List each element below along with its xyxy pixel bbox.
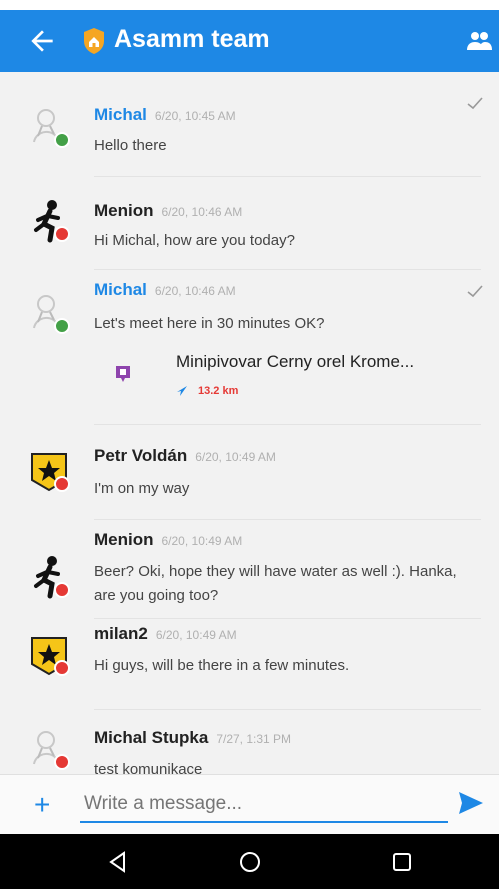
direction-arrow-icon bbox=[177, 386, 187, 396]
avatar[interactable] bbox=[24, 102, 74, 152]
message-text: test komunikace bbox=[94, 761, 203, 774]
top-clipped-caption bbox=[0, 0, 499, 10]
back-arrow-icon[interactable] bbox=[26, 25, 58, 57]
message-time: 7/27, 1:31 PM bbox=[216, 732, 292, 746]
shared-place-card[interactable]: Minipivovar Cerny orel Krome... 13.2 km bbox=[94, 352, 474, 422]
avatar[interactable] bbox=[24, 630, 74, 680]
composer-bar: + bbox=[0, 774, 499, 835]
read-check-icon bbox=[467, 97, 483, 110]
message-text: Hi guys, will be there in a few minutes. bbox=[94, 657, 350, 674]
message-input[interactable] bbox=[80, 787, 448, 823]
avatar[interactable] bbox=[24, 446, 74, 496]
offline-status-dot bbox=[54, 660, 70, 676]
message-text: Hello there bbox=[94, 137, 167, 154]
offline-status-dot bbox=[54, 582, 70, 598]
online-status-dot bbox=[54, 318, 70, 334]
nav-home-icon[interactable] bbox=[238, 850, 262, 874]
plus-icon[interactable]: + bbox=[34, 789, 50, 821]
system-nav-bar bbox=[0, 834, 499, 889]
avatar[interactable] bbox=[24, 552, 74, 602]
chat-title: Asamm team bbox=[114, 25, 270, 53]
divider bbox=[94, 709, 481, 710]
message-time: 6/20, 10:46 AM bbox=[154, 284, 236, 298]
offline-status-dot bbox=[54, 476, 70, 492]
message-author: Menion 6/20, 10:49 AM bbox=[94, 530, 243, 549]
message-text: Beer? Oki, hope they will have water as … bbox=[94, 563, 457, 604]
send-icon[interactable] bbox=[458, 791, 484, 815]
app-bar: Asamm team bbox=[0, 10, 499, 72]
message-author: Michal 6/20, 10:46 AM bbox=[94, 280, 236, 299]
nav-recents-icon[interactable] bbox=[390, 850, 414, 874]
message-time: 6/20, 10:49 AM bbox=[155, 628, 237, 642]
message-author: Michal 6/20, 10:45 AM bbox=[94, 105, 236, 124]
offline-status-dot bbox=[54, 754, 70, 770]
message-text: Let's meet here in 30 minutes OK? bbox=[94, 315, 325, 332]
place-pin-icon bbox=[116, 366, 130, 382]
divider bbox=[94, 176, 481, 177]
read-check-icon bbox=[467, 285, 483, 298]
message-text: Hi Michal, how are you today? bbox=[94, 232, 295, 249]
divider bbox=[94, 424, 481, 425]
message-list[interactable]: Michal 6/20, 10:45 AM Hello there Menion 6… bbox=[0, 72, 499, 774]
group-logo-icon bbox=[84, 28, 104, 54]
message-text: I'm on my way bbox=[94, 480, 190, 497]
online-status-dot bbox=[54, 132, 70, 148]
people-icon[interactable] bbox=[465, 30, 493, 52]
message-author: milan2 6/20, 10:49 AM bbox=[94, 624, 237, 643]
avatar[interactable] bbox=[24, 288, 74, 338]
divider bbox=[94, 269, 481, 270]
message-author: Michal Stupka 7/27, 1:31 PM bbox=[94, 728, 292, 747]
divider bbox=[94, 618, 481, 619]
avatar[interactable] bbox=[24, 196, 74, 246]
message-time: 6/20, 10:49 AM bbox=[195, 450, 276, 464]
message-time: 6/20, 10:46 AM bbox=[161, 205, 243, 219]
message-author: Petr Voldán 6/20, 10:49 AM bbox=[94, 446, 276, 465]
nav-back-icon[interactable] bbox=[106, 850, 130, 874]
place-distance: 13.2 km bbox=[198, 385, 239, 397]
place-name: Minipivovar Cerny orel Krome... bbox=[176, 352, 415, 371]
offline-status-dot bbox=[54, 226, 70, 242]
message-time: 6/20, 10:45 AM bbox=[154, 109, 236, 123]
message-time: 6/20, 10:49 AM bbox=[161, 534, 243, 548]
avatar[interactable] bbox=[24, 724, 74, 774]
message-author: Menion 6/20, 10:46 AM bbox=[94, 201, 243, 220]
divider bbox=[94, 519, 481, 520]
